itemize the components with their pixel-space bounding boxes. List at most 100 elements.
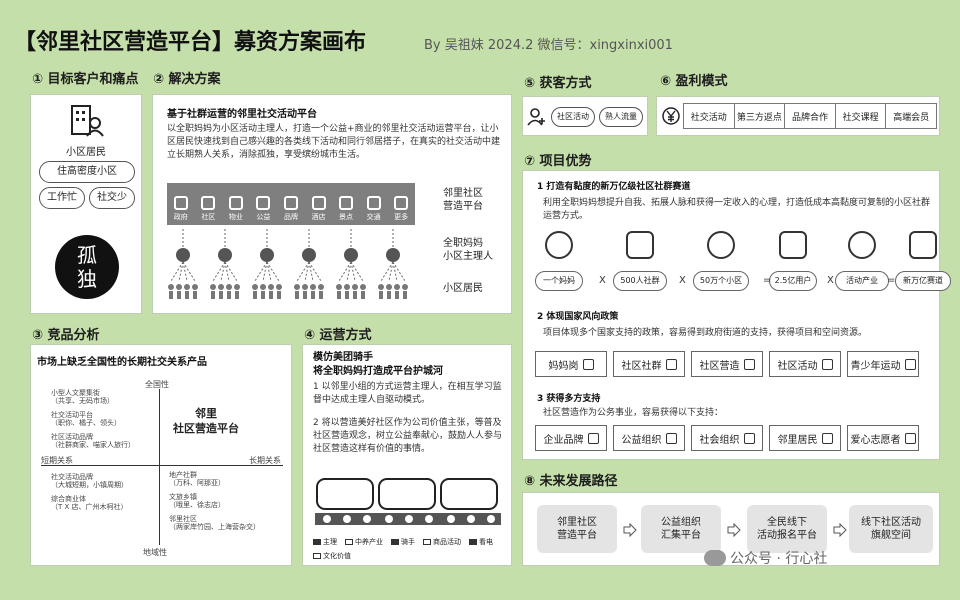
document-icon <box>904 358 916 370</box>
partner-icon <box>339 196 354 210</box>
mom-node <box>302 248 316 262</box>
formula-operator: = <box>887 275 896 286</box>
resident-body <box>295 291 299 299</box>
partner-item: 社区 <box>201 196 216 222</box>
resident-body <box>219 291 223 299</box>
formula-icon <box>545 231 573 259</box>
formula-pill: 500人社群 <box>613 271 667 291</box>
partner-item: 景点 <box>339 196 354 222</box>
support-tag-label: 邻里居民 <box>777 434 818 446</box>
formula-pill: 2.5亿用户 <box>769 271 817 291</box>
competitor-item: 小型人文聚集街 （共享、无码市场） <box>51 389 114 406</box>
competitor-item: 邻里社区 （两家岸竹园、上海营杂交） <box>169 514 260 531</box>
quadrant-tl: 小型人文聚集街 （共享、无码市场） 社交活动平台 （职你、橘子、领头） 社区活动品牌… <box>51 389 151 454</box>
partner-item: 更多 <box>394 196 409 222</box>
partner-label: 酒店 <box>311 213 326 221</box>
resident-body <box>177 291 181 299</box>
link-line <box>220 261 226 282</box>
formula-icon <box>626 231 654 259</box>
wechat-icon <box>704 550 726 566</box>
resident-body <box>303 291 307 299</box>
sec5-title: ⑤ 获客方式 <box>524 76 592 91</box>
link-line <box>178 261 184 282</box>
sec4-panel: 模仿美团骑手 将全职妈妈打造成平台护城河 1 以邻里小组的方式运营主理人，在相互… <box>302 344 512 566</box>
policy-tag-label: 社区活动 <box>777 360 818 372</box>
thumbs-up-icon <box>904 432 916 444</box>
resident-node <box>226 284 232 290</box>
legend-item: 主理 <box>313 537 337 547</box>
resident-node <box>210 284 216 290</box>
p3-desc: 社区营造作为公务事业，容易获得以下支持： <box>543 408 724 418</box>
sec7-title: ⑦ 项目优势 <box>524 154 592 169</box>
sec1-panel: 小区居民 住高密度小区 工作忙 社交少 孤 独 <box>30 94 142 314</box>
resident-body <box>345 291 349 299</box>
legend-swatch <box>345 539 353 545</box>
resident-body <box>379 291 383 299</box>
partner-item: 物业 <box>228 196 243 222</box>
route-step: 线下社区活动 旗舰空间 <box>849 505 933 553</box>
axis-left-label: 短期关系 <box>41 456 73 465</box>
legend-label: 看电 <box>479 538 493 546</box>
resident-node <box>336 284 342 290</box>
policy-tag: 社区营造 <box>691 351 763 377</box>
legend-swatch <box>313 553 321 559</box>
resident-body <box>193 291 197 299</box>
axis-h <box>41 465 283 466</box>
resident-node <box>176 284 182 290</box>
mom-node <box>386 248 400 262</box>
link-line <box>392 261 398 282</box>
legend-swatch <box>469 539 477 545</box>
competitor-item: 地产社群 （万科、阿那亚） <box>169 471 225 488</box>
formula-icon <box>707 231 735 259</box>
resident-body <box>311 291 315 299</box>
resident-body <box>227 291 231 299</box>
resident-node <box>344 284 350 290</box>
sec3-panel: 市场上缺乏全国性的长期社交关系产品 全国性 地域性 短期关系 长期关系 邻里 社… <box>30 344 292 566</box>
sec6-panel: 社交活动 第三方返点 品牌合作 社交课程 高端会员 <box>656 96 940 136</box>
legend-label: 中养产业 <box>355 538 383 546</box>
network-diagram <box>168 229 408 299</box>
pain-pill-3: 社交少 <box>89 187 135 209</box>
support-tag: 爱心志愿者 <box>847 425 919 451</box>
legend-label: 商品活动 <box>433 538 461 546</box>
mom-node <box>176 248 190 262</box>
formula-row: 一个妈妈 500人社群 50万个小区 2.5亿用户 活动产业 新万亿赛道 X X = X = <box>533 271 951 293</box>
formula-pill: 新万亿赛道 <box>895 271 951 291</box>
thumbs-up-icon <box>743 432 755 444</box>
resident-body <box>337 291 341 299</box>
formula-pill: 活动产业 <box>835 271 889 291</box>
profit-item: 社交课程 <box>835 103 887 129</box>
quadrant-br: 地产社群 （万科、阿那亚） 文旅乡镇 （哦里、徐志店） 邻里社区 （两家岸竹园、上海… <box>169 471 285 536</box>
route-step: 邻里社区 营造平台 <box>537 505 617 553</box>
partner-icon <box>228 196 243 210</box>
legend-label: 主理 <box>323 538 337 546</box>
axis-right-label: 长期关系 <box>249 456 281 465</box>
p2-title: 2 体现国家风向政策 <box>537 312 619 322</box>
sec5-panel: 社区活动 熟人流量 <box>522 96 648 136</box>
resident-icon <box>71 105 104 137</box>
partner-icon <box>283 196 298 210</box>
route-step: 全民线下 活动报名平台 <box>747 505 827 553</box>
support-row: 企业品牌 公益组织 社会组织 邻里居民 爱心志愿者 <box>535 425 935 455</box>
mom-node <box>218 248 232 262</box>
competitor-item: 社交活动品牌 （大城短期，小镇周期） <box>51 473 128 490</box>
sec2-panel: 基于社群运营的邻里社交活动平台 以全职妈妈为小区活动主理人，打造一个公益+商业的… <box>152 94 512 314</box>
competitor-item: 文旅乡镇 （哦里、徐志店） <box>169 492 225 510</box>
sec6-title: ⑥ 盈利模式 <box>660 74 728 89</box>
link-line <box>224 261 230 282</box>
formula-icons <box>533 231 937 263</box>
policy-tag: 社区社群 <box>613 351 685 377</box>
pain-pill-2: 工作忙 <box>39 187 85 209</box>
side-label-resident: 小区居民 <box>443 283 483 294</box>
sec3-title: ③ 竞品分析 <box>32 328 100 343</box>
competitor-item: 社区活动品牌 （社群商家、喵家人旅行） <box>51 432 135 449</box>
link-line <box>388 261 394 282</box>
legend-item: 商品活动 <box>423 537 461 547</box>
policy-tag: 妈妈岗 <box>535 351 607 377</box>
policy-tag-label: 社区营造 <box>699 360 740 372</box>
axis-v <box>159 389 160 545</box>
resident-body <box>361 291 365 299</box>
resident-node <box>352 284 358 290</box>
pain-pill-1: 住高密度小区 <box>39 161 135 183</box>
add-user-icon <box>527 108 545 126</box>
